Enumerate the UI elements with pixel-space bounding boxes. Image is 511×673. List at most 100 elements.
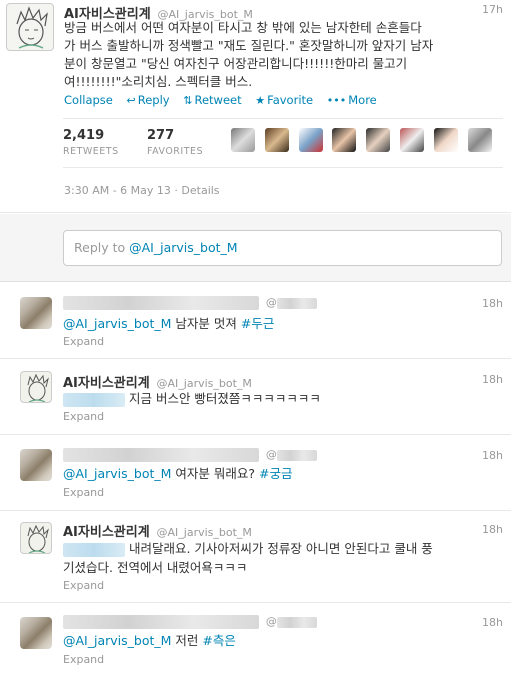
blurred-mention	[63, 542, 125, 557]
reply-tweet[interactable]: @ 18h @AI_jarvis_bot_M 여자분 뭐래요? #궁금 Expa…	[0, 435, 511, 511]
tweet-text: 내려달래요. 기사아저씨가 정류장 아니면 안된다고 쿨내 풍 기셨습다. 전역…	[63, 539, 501, 577]
favorite-button[interactable]: ★ Favorite	[255, 93, 313, 107]
reply-icon: ↩	[126, 94, 136, 107]
favoriter-avatar[interactable]	[264, 128, 289, 152]
tweet-header: @	[63, 295, 317, 311]
reply-tweet[interactable]: AI자비스관리계 @AI_jarvis_bot_M 18h 내려달래요. 기사아…	[0, 511, 511, 603]
timestamp[interactable]: 18h	[482, 449, 503, 462]
expand-link[interactable]: Expand	[63, 579, 104, 592]
tweet-actions: Collapse ↩ Reply ⇅ Retweet ★ Favorite ••• Mo…	[64, 93, 387, 107]
tweet-meta[interactable]: 3:30 AM - 6 May 13 · Details	[64, 184, 220, 197]
tweet-text-line: 내려달래요. 기사아저씨가 정류장 아니면 안된다고 쿨내 풍	[63, 539, 501, 558]
favoriter-avatar[interactable]	[332, 128, 357, 152]
screen-name-at: @	[265, 615, 277, 628]
retweet-icon: ⇅	[183, 94, 193, 107]
tweet-text: 방금 버스에서 어떤 여자분이 타시고 창 밖에 있는 남자한테 손흔들다 가 …	[64, 19, 504, 91]
hashtag-link[interactable]: #두근	[241, 316, 274, 331]
tweet-header: @	[63, 447, 317, 463]
retweets-count: 2,419	[63, 128, 105, 143]
retweet-button[interactable]: ⇅ Retweet	[183, 93, 241, 107]
mention-link[interactable]: @AI_jarvis_bot_M	[63, 633, 171, 648]
screen-name[interactable]: @	[266, 448, 317, 461]
mention-link[interactable]: @AI_jarvis_bot_M	[63, 466, 171, 481]
tweet-text: @AI_jarvis_bot_M 남자분 멋져 #두근	[63, 314, 501, 333]
hashtag-link[interactable]: #측은	[202, 633, 235, 648]
collapse-link[interactable]: Collapse	[64, 93, 113, 107]
favoriter-avatar[interactable]	[298, 128, 323, 152]
tweet-text: @AI_jarvis_bot_M 저런 #측은	[63, 631, 501, 650]
favoriter-avatar[interactable]	[366, 128, 391, 152]
favorite-label: Favorite	[267, 93, 314, 107]
expand-link[interactable]: Expand	[63, 335, 104, 348]
blurred-screen-name	[276, 616, 317, 628]
screen-name[interactable]: @AI_jarvis_bot_M	[157, 526, 252, 539]
timestamp[interactable]: 18h	[482, 373, 503, 386]
tweet-body: 내려달래요. 기사아저씨가 정류장 아니면 안된다고 쿨내 풍	[128, 541, 433, 556]
tweet-header: AI자비스관리계 @AI_jarvis_bot_M	[63, 372, 252, 391]
tweet-body: 지금 버스안 빵터졌쯤ㅋㅋㅋㅋㅋㅋㅋ	[128, 391, 321, 406]
tweet-text-line: 방금 버스에서 어떤 여자분이 타시고 창 밖에 있는 남자한테 손흔들다	[64, 20, 422, 35]
avatar[interactable]	[20, 371, 52, 403]
expand-link[interactable]: Expand	[63, 486, 104, 499]
tweet-body: 저런	[171, 633, 203, 648]
avatar[interactable]	[20, 449, 52, 481]
avatar[interactable]	[20, 297, 52, 329]
blurred-screen-name	[276, 449, 317, 461]
favorites-count: 277	[147, 128, 175, 143]
fullname[interactable]: AI자비스관리계	[63, 525, 150, 540]
blurred-fullname	[63, 614, 259, 629]
reply-tweet[interactable]: AI자비스관리계 @AI_jarvis_bot_M 18h 지금 버스안 빵터졌…	[0, 359, 511, 435]
reply-prefix: Reply to	[74, 240, 130, 255]
tweet-header: @	[63, 614, 317, 630]
screen-name-at: @	[265, 448, 277, 461]
tweet-text-line: 기셨습다. 전역에서 내렸어욕ㅋㅋㅋ	[63, 560, 248, 575]
hashtag-link[interactable]: #궁금	[259, 466, 292, 481]
avatar[interactable]	[20, 522, 52, 554]
expand-link[interactable]: Expand	[63, 653, 104, 666]
blurred-screen-name	[276, 297, 317, 309]
retweets-stat[interactable]: 2,419 RETWEETS	[63, 128, 119, 157]
screen-name[interactable]: @	[266, 296, 317, 309]
favorites-label: FAVORITES	[147, 146, 204, 157]
more-label: More	[348, 93, 377, 107]
tweet-stats: 2,419 RETWEETS 277 FAVORITES	[63, 118, 503, 168]
screen-name-at: @	[265, 296, 277, 309]
screen-name[interactable]: @	[266, 615, 317, 628]
tweet-header: AI자비스관리계 @AI_jarvis_bot_M	[64, 3, 253, 22]
reply-tweet[interactable]: @ 18h @AI_jarvis_bot_M 남자분 멋져 #두근 Expand	[0, 283, 511, 359]
favoriter-avatar[interactable]	[467, 128, 492, 152]
more-button[interactable]: ••• More	[327, 93, 377, 107]
tweet-text: 지금 버스안 빵터졌쯤ㅋㅋㅋㅋㅋㅋㅋ	[63, 389, 501, 408]
main-tweet: AI자비스관리계 @AI_jarvis_bot_M 17h 방금 버스에서 어떤…	[0, 0, 511, 213]
avatar[interactable]	[20, 617, 52, 649]
tweet-header: AI자비스관리계 @AI_jarvis_bot_M	[63, 521, 252, 540]
expand-link[interactable]: Expand	[63, 410, 104, 423]
retweet-label: Retweet	[194, 93, 242, 107]
blurred-fullname	[63, 295, 259, 310]
reply-area: Reply to @AI_jarvis_bot_M	[0, 214, 511, 282]
reply-handle: @AI_jarvis_bot_M	[129, 240, 238, 255]
favoriter-avatars	[231, 128, 498, 155]
tweet-text-line: 가 버스 출발하니까 정색빨고 "재도 질린다." 혼잣말하니까 앞자기 남자	[64, 38, 434, 53]
tweet-text: @AI_jarvis_bot_M 여자분 뭐래요? #궁금	[63, 464, 501, 483]
tweet-body: 남자분 멋져	[171, 316, 241, 331]
reply-label: Reply	[137, 93, 170, 107]
blurred-fullname	[63, 447, 259, 462]
mention-link[interactable]: @AI_jarvis_bot_M	[63, 316, 171, 331]
reply-button[interactable]: ↩ Reply	[127, 93, 170, 107]
avatar[interactable]	[6, 3, 54, 51]
reply-tweet[interactable]: @ 18h @AI_jarvis_bot_M 저런 #측은 Expand	[0, 603, 511, 673]
timestamp[interactable]: 17h	[482, 3, 503, 16]
tweet-text-line: 여!!!!!!!!"소리치심. 스펙터클 버스.	[64, 74, 253, 89]
reply-input[interactable]: Reply to @AI_jarvis_bot_M	[63, 230, 502, 266]
tweet-text-line: 분이 창문열고 "당신 여자친구 어장관리합니다!!!!!!한마리 물고기	[64, 56, 408, 71]
favoriter-avatar[interactable]	[231, 128, 255, 152]
more-icon: •••	[326, 94, 347, 107]
timestamp[interactable]: 18h	[482, 616, 503, 629]
favorites-stat[interactable]: 277 FAVORITES	[147, 128, 203, 157]
timestamp[interactable]: 18h	[482, 297, 503, 310]
retweets-label: RETWEETS	[63, 146, 119, 157]
favoriter-avatar[interactable]	[433, 128, 458, 152]
favoriter-avatar[interactable]	[400, 128, 425, 152]
timestamp[interactable]: 18h	[482, 523, 503, 536]
